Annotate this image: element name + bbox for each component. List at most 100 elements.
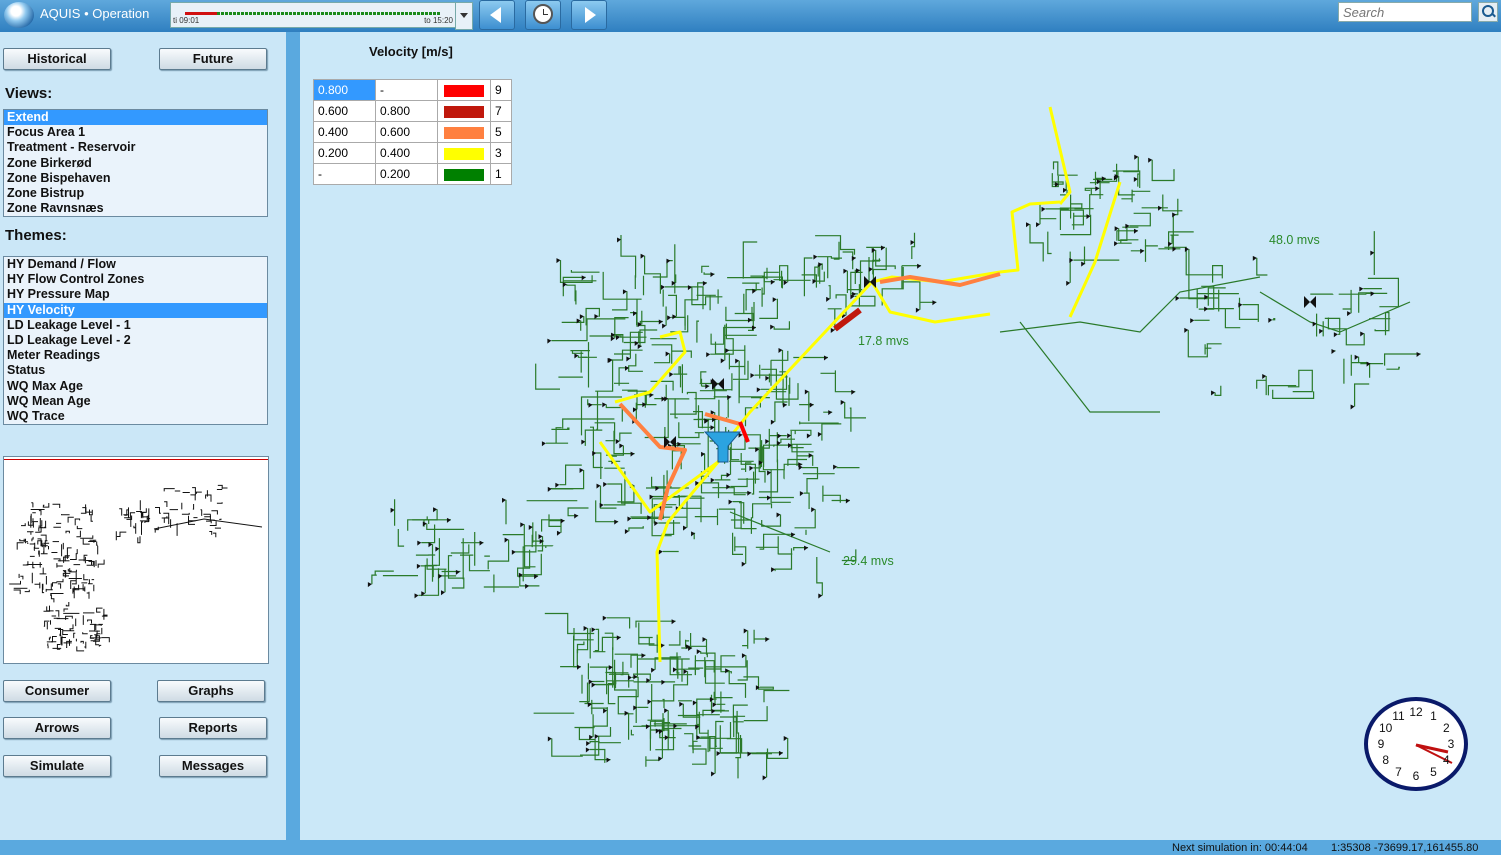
overview-map[interactable]: [3, 456, 269, 664]
theme-list-item[interactable]: WQ Max Age: [4, 379, 267, 394]
pipe-segment[interactable]: [623, 320, 663, 344]
pipe-segment[interactable]: [794, 509, 816, 529]
pipe-segment[interactable]: [1384, 353, 1421, 366]
pipe-segment[interactable]: [742, 241, 758, 279]
pipe-segment[interactable]: [1118, 226, 1139, 241]
pipe-segment[interactable]: [725, 302, 755, 322]
pipe-segment[interactable]: [594, 628, 600, 652]
pipe-segment[interactable]: [607, 483, 642, 514]
pipe-segment[interactable]: [1059, 209, 1084, 230]
pipe-segment[interactable]: [535, 363, 560, 390]
pipe-segment[interactable]: [1170, 234, 1179, 244]
pipe-segment[interactable]: [693, 532, 696, 540]
pipe-segment[interactable]: [875, 250, 896, 270]
themes-list[interactable]: HY Demand / Flow HY Flow Control Zones HY …: [3, 256, 268, 426]
arrows-button[interactable]: Arrows: [3, 717, 111, 739]
pipe-segment[interactable]: [694, 508, 719, 526]
consumer-button[interactable]: Consumer: [3, 680, 111, 702]
step-back-button[interactable]: [479, 0, 515, 30]
pipe-segment[interactable]: [679, 495, 702, 523]
pipe-segment[interactable]: [751, 471, 755, 495]
pipe-segment[interactable]: [421, 524, 436, 544]
pipe-segment[interactable]: [1207, 287, 1226, 306]
simulate-button[interactable]: Simulate: [3, 755, 111, 777]
pipe-segment[interactable]: [668, 294, 677, 317]
pipe-segment[interactable]: [1188, 249, 1208, 300]
pipe-segment[interactable]: [650, 338, 677, 340]
pipe-segment[interactable]: [700, 651, 716, 705]
pipe-segment[interactable]: [1360, 363, 1384, 378]
pipe-segment[interactable]: [570, 350, 590, 354]
pipe-segment[interactable]: [1208, 308, 1241, 329]
pipe-segment[interactable]: [371, 570, 394, 585]
pipe-segment[interactable]: [593, 636, 621, 653]
pipe-segment[interactable]: [1256, 376, 1267, 396]
pipe-segment[interactable]: [483, 574, 519, 593]
pipe-segment[interactable]: [755, 536, 793, 555]
pipe-segment[interactable]: [788, 377, 791, 406]
pipe-segment[interactable]: [651, 344, 673, 364]
views-list[interactable]: Extend Focus Area 1 Treatment - Reservoir Z…: [3, 109, 268, 218]
pipe-segment[interactable]: [1212, 265, 1223, 283]
current-time-button[interactable]: [525, 0, 561, 30]
pipe-segment[interactable]: [701, 265, 710, 273]
pipe-segment[interactable]: [567, 507, 589, 517]
pipe-segment[interactable]: [1214, 385, 1222, 396]
pipe-segment[interactable]: [1327, 317, 1365, 346]
valve-icon[interactable]: [1304, 296, 1316, 308]
pipe-segment[interactable]: [1272, 318, 1276, 321]
view-list-item[interactable]: Zone Ravnsnæs: [4, 201, 267, 216]
pipe-segment[interactable]: [585, 307, 600, 326]
pipe-segment[interactable]: [595, 500, 619, 523]
search-button[interactable]: [1478, 2, 1498, 22]
pipe-segment[interactable]: [1047, 231, 1052, 255]
pipe-segment[interactable]: [652, 260, 673, 278]
pipe-segment[interactable]: [1151, 159, 1175, 182]
pipe-segment[interactable]: [606, 617, 631, 629]
pipe-segment[interactable]: [742, 630, 749, 649]
pipe-segment[interactable]: [566, 284, 576, 302]
theme-list-item[interactable]: WQ Trace: [4, 409, 267, 424]
messages-button[interactable]: Messages: [159, 755, 267, 777]
view-list-item[interactable]: Zone Bistrup: [4, 186, 267, 201]
pipe-segment[interactable]: [1324, 317, 1341, 335]
pipe-segment[interactable]: [576, 641, 585, 654]
pipe-segment[interactable]: [1287, 369, 1313, 393]
pipe-segment[interactable]: [1350, 354, 1368, 376]
pipe-segment[interactable]: [802, 467, 819, 493]
pipe-segment[interactable]: [670, 391, 697, 415]
pipe-segment[interactable]: [763, 689, 790, 703]
theme-list-item[interactable]: LD Leakage Level - 2: [4, 333, 267, 348]
pipe-segment[interactable]: [595, 452, 602, 479]
pipe-segment[interactable]: [1204, 344, 1212, 355]
pipe-segment[interactable]: [678, 422, 704, 439]
pipe-segment[interactable]: [1129, 212, 1151, 227]
view-list-item[interactable]: Zone Bispehaven: [4, 171, 267, 186]
view-list-item[interactable]: Focus Area 1: [4, 125, 267, 140]
pipe-segment[interactable]: [803, 492, 810, 509]
pipe-segment[interactable]: [713, 396, 732, 418]
reports-button[interactable]: Reports: [159, 717, 267, 739]
theme-list-item[interactable]: HY Velocity: [4, 302, 267, 318]
pipe-segment[interactable]: [637, 658, 690, 682]
pipe-segment[interactable]: [726, 738, 743, 753]
pipe-segment[interactable]: [688, 740, 702, 754]
pipe-segment[interactable]: [671, 316, 686, 331]
pipe-segment[interactable]: [713, 691, 733, 699]
pipe-segment[interactable]: [752, 503, 773, 519]
pipe-segment[interactable]: [644, 255, 661, 294]
pipe-segment[interactable]: [665, 384, 690, 400]
pipe-segment[interactable]: [619, 432, 632, 442]
pipe-segment[interactable]: [833, 241, 840, 260]
pipe-segment[interactable]: [803, 257, 813, 297]
pipe-segment[interactable]: [1342, 289, 1352, 314]
pipe-segment[interactable]: [733, 715, 746, 738]
pipe-segment[interactable]: [903, 281, 921, 310]
pipe-segment[interactable]: [1354, 383, 1370, 407]
pipe-segment[interactable]: [732, 532, 743, 555]
pipe-segment[interactable]: [820, 370, 856, 393]
pipe-segment[interactable]: [522, 553, 542, 576]
pipe-segment[interactable]: [655, 729, 675, 751]
pipe-segment[interactable]: [1386, 366, 1400, 370]
pipe-segment[interactable]: [1259, 291, 1411, 333]
